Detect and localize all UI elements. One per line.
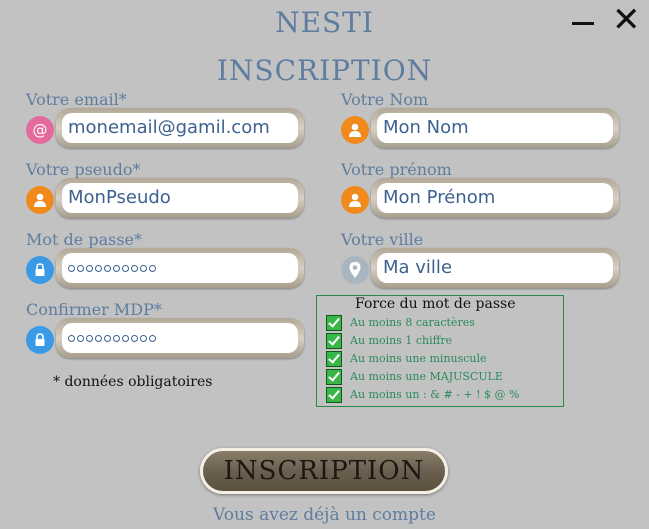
ville-input[interactable] <box>377 253 613 283</box>
ville-field <box>341 248 623 292</box>
password-input[interactable] <box>62 253 298 283</box>
password-mask-dot <box>77 264 84 272</box>
password-mask-dot <box>113 334 120 342</box>
prenom-label: Votre prénom <box>341 160 452 179</box>
password-mask-dot <box>77 334 84 342</box>
password-mask-dot <box>95 264 102 272</box>
user-icon <box>26 186 54 214</box>
password-mask-dot <box>122 264 129 272</box>
page-title: INSCRIPTION <box>216 54 433 87</box>
at-icon: @ <box>26 116 54 144</box>
password-mask-dot <box>113 264 120 272</box>
lock-icon <box>26 326 54 354</box>
pseudo-input[interactable] <box>62 183 298 213</box>
password-mask-dot <box>86 334 93 342</box>
prenom-field <box>341 178 623 222</box>
password-mask-dot <box>104 264 111 272</box>
app-title: NESTI <box>275 6 374 39</box>
check-icon <box>326 332 342 349</box>
password-mask-dot <box>140 334 147 342</box>
password-mask-dot <box>122 334 129 342</box>
minimize-button[interactable] <box>572 22 594 25</box>
password-mask-dot <box>68 334 75 342</box>
password-mask-dot <box>104 334 111 342</box>
password-mask-dot <box>68 264 75 272</box>
password-strength-panel: Force du mot de passe Au moins 8 caractè… <box>316 295 564 407</box>
email-label: Votre email* <box>26 90 127 109</box>
password-label: Mot de passe* <box>26 230 142 249</box>
nom-input[interactable] <box>377 113 613 143</box>
confirm-password-field <box>26 318 308 362</box>
confirm-label: Confirmer MDP* <box>26 300 162 319</box>
login-link[interactable]: Vous avez déjà un compte <box>0 505 649 525</box>
email-field: @ <box>26 108 308 152</box>
password-mask-dot <box>149 264 156 272</box>
check-icon <box>326 350 342 367</box>
password-mask-dot <box>95 334 102 342</box>
ville-label: Votre ville <box>341 230 424 249</box>
password-mask-dot <box>140 264 147 272</box>
check-icon <box>326 368 342 385</box>
map-pin-icon <box>341 256 369 284</box>
pseudo-label: Votre pseudo* <box>26 160 141 179</box>
criterion-digit: Au moins 1 chiffre <box>326 332 452 349</box>
check-icon <box>326 386 342 403</box>
criterion-length: Au moins 8 caractères <box>326 314 475 331</box>
email-input[interactable] <box>62 113 298 143</box>
password-mask-dot <box>131 264 138 272</box>
nom-label: Votre Nom <box>341 90 429 109</box>
password-field <box>26 248 308 292</box>
inscription-button[interactable]: INSCRIPTION <box>200 448 448 494</box>
check-icon <box>326 314 342 331</box>
lock-icon <box>26 256 54 284</box>
close-button[interactable]: ✕ <box>612 2 641 38</box>
criterion-uppercase: Au moins une MAJUSCULE <box>326 368 503 385</box>
password-mask-dot <box>149 334 156 342</box>
svg-text:@: @ <box>33 121 48 139</box>
password-mask-dot <box>86 264 93 272</box>
user-icon <box>341 186 369 214</box>
required-note: * données obligatoires <box>53 374 213 390</box>
criterion-lowercase: Au moins une minuscule <box>326 350 487 367</box>
password-mask-dot <box>131 334 138 342</box>
prenom-input[interactable] <box>377 183 613 213</box>
user-icon <box>341 116 369 144</box>
confirm-password-input[interactable] <box>62 323 298 353</box>
criterion-special: Au moins un : & # - + ! $ @ % <box>326 386 519 403</box>
strength-title: Force du mot de passe <box>355 296 516 312</box>
nom-field <box>341 108 623 152</box>
pseudo-field <box>26 178 308 222</box>
